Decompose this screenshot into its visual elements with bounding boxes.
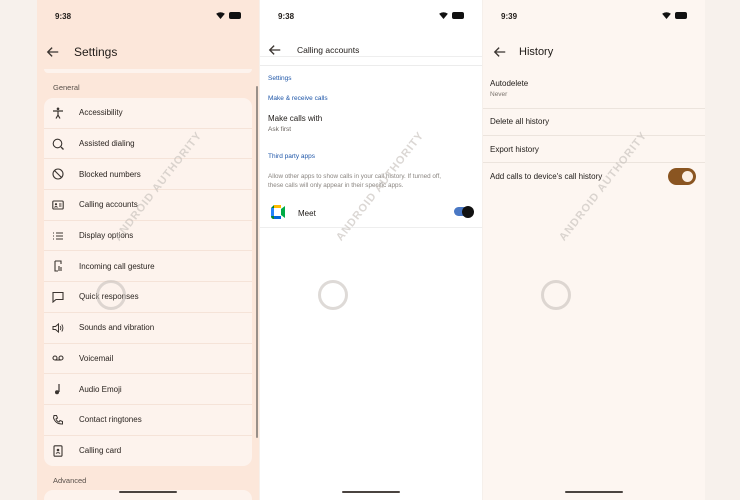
make-calls-with-item[interactable]: Make calls with Ask first <box>260 110 482 138</box>
battery-icon <box>675 12 687 19</box>
delete-all-history-item[interactable]: Delete all history <box>483 109 705 136</box>
history-screen: 9:39 History Autodelete Never Delete all… <box>483 0 705 500</box>
settings-item-label: Assisted dialing <box>79 139 135 149</box>
settings-item-label: Calling accounts <box>79 200 138 210</box>
app-bar-divider <box>260 65 482 66</box>
page-title: Calling accounts <box>297 44 360 55</box>
settings-item-contact-ringtones[interactable]: Contact ringtones <box>44 405 252 436</box>
settings-item-label: Display options <box>79 231 134 241</box>
list-icon <box>52 230 64 242</box>
volume-icon <box>52 322 64 334</box>
settings-item-label: Voicemail <box>79 353 114 363</box>
settings-item-label: Calling card <box>79 446 122 456</box>
make-calls-with-label: Make calls with <box>268 114 323 123</box>
settings-item-quick-responses[interactable]: Quick responses <box>44 282 252 313</box>
voicemail-icon <box>52 352 64 364</box>
status-bar: 9:39 <box>483 12 705 24</box>
settings-item-calling-card[interactable]: Calling card <box>44 436 252 467</box>
section-general-label: General <box>53 83 80 92</box>
settings-section-label: Settings <box>268 75 292 82</box>
wifi-icon <box>216 12 225 19</box>
settings-item-calling-accounts[interactable]: Calling accounts <box>44 190 252 221</box>
settings-item-assisted-dialing[interactable]: Assisted dialing <box>44 129 252 160</box>
block-icon <box>52 168 64 180</box>
scrollbar[interactable] <box>256 86 258 438</box>
back-arrow-icon[interactable] <box>268 43 282 57</box>
settings-item-audio-emoji[interactable]: Audio Emoji <box>44 374 252 405</box>
settings-item-label: Contact ringtones <box>79 415 142 425</box>
settings-item-label: Audio Emoji <box>79 384 122 394</box>
add-calls-label: Add calls to device's call history <box>490 172 603 181</box>
right-margin <box>705 0 740 500</box>
home-indicator[interactable] <box>119 490 177 493</box>
gesture-icon <box>52 260 64 272</box>
meet-toggle[interactable] <box>454 205 474 218</box>
battery-icon <box>452 12 464 19</box>
google-meet-icon <box>271 205 285 219</box>
app-bar: History <box>483 44 705 60</box>
status-bar: 9:38 <box>37 12 259 24</box>
toggle-knob <box>682 171 693 182</box>
settings-item-sounds-and-vibration[interactable]: Sounds and vibration <box>44 313 252 344</box>
left-margin <box>0 0 37 500</box>
make-calls-with-value: Ask first <box>268 126 292 133</box>
settings-item-voicemail[interactable]: Voicemail <box>44 344 252 375</box>
autodelete-value: Never <box>490 91 508 98</box>
section-advanced-label: Advanced <box>53 476 87 485</box>
export-history-label: Export history <box>490 145 539 154</box>
add-calls-item[interactable]: Add calls to device's call history <box>483 163 705 190</box>
settings-item-incoming-call-gesture[interactable]: Incoming call gesture <box>44 251 252 283</box>
previous-card-edge <box>44 69 252 73</box>
meet-label: Meet <box>298 209 316 218</box>
settings-item-label: Incoming call gesture <box>79 261 155 271</box>
delete-all-history-label: Delete all history <box>490 117 550 126</box>
add-calls-toggle[interactable] <box>668 168 696 185</box>
third-party-section-label: Third party apps <box>268 153 315 160</box>
settings-item-display-options[interactable]: Display options <box>44 221 252 252</box>
calling-accounts-icon <box>52 199 64 211</box>
status-time: 9:39 <box>501 12 518 21</box>
assisted-dialing-icon <box>52 138 64 150</box>
app-bar: Settings <box>37 44 259 60</box>
settings-item-label: Sounds and vibration <box>79 323 155 333</box>
back-arrow-icon[interactable] <box>46 45 60 59</box>
settings-screen: 9:38 Settings General Accessibility Assi… <box>37 0 259 500</box>
settings-item-label: Accessibility <box>79 108 123 118</box>
autodelete-item[interactable]: Autodelete Never <box>483 74 705 109</box>
status-bar: 9:38 <box>260 12 482 24</box>
meet-item[interactable]: Meet <box>260 200 482 228</box>
status-time: 9:38 <box>55 12 72 21</box>
back-arrow-icon[interactable] <box>493 45 507 59</box>
settings-item-accessibility[interactable]: Accessibility <box>44 98 252 129</box>
accessibility-icon <box>52 107 64 119</box>
wifi-icon <box>662 12 671 19</box>
home-indicator[interactable] <box>565 490 623 493</box>
wifi-icon <box>439 12 448 19</box>
third-party-description: Allow other apps to show calls in your c… <box>268 173 442 189</box>
calling-accounts-screen: 9:38 Calling accounts Settings Make & re… <box>260 0 482 500</box>
page-title: Settings <box>74 45 118 59</box>
calling-card-icon <box>52 445 64 457</box>
page-title: History <box>519 46 554 58</box>
music-note-icon <box>52 383 64 395</box>
settings-item-label: Blocked numbers <box>79 169 141 179</box>
make-receive-section-label: Make & receive calls <box>268 95 328 102</box>
settings-item-label: Quick responses <box>79 292 139 302</box>
status-time: 9:38 <box>278 12 295 21</box>
phone-icon <box>52 414 64 426</box>
message-icon <box>52 291 64 303</box>
autodelete-label: Autodelete <box>490 79 529 88</box>
app-bar: Calling accounts <box>260 43 482 57</box>
toggle-knob <box>462 205 474 218</box>
settings-item-blocked-numbers[interactable]: Blocked numbers <box>44 159 252 191</box>
settings-card: Accessibility Assisted dialing Blocked n… <box>44 98 252 467</box>
export-history-item[interactable]: Export history <box>483 136 705 163</box>
home-indicator[interactable] <box>342 490 400 493</box>
battery-icon <box>229 12 241 19</box>
